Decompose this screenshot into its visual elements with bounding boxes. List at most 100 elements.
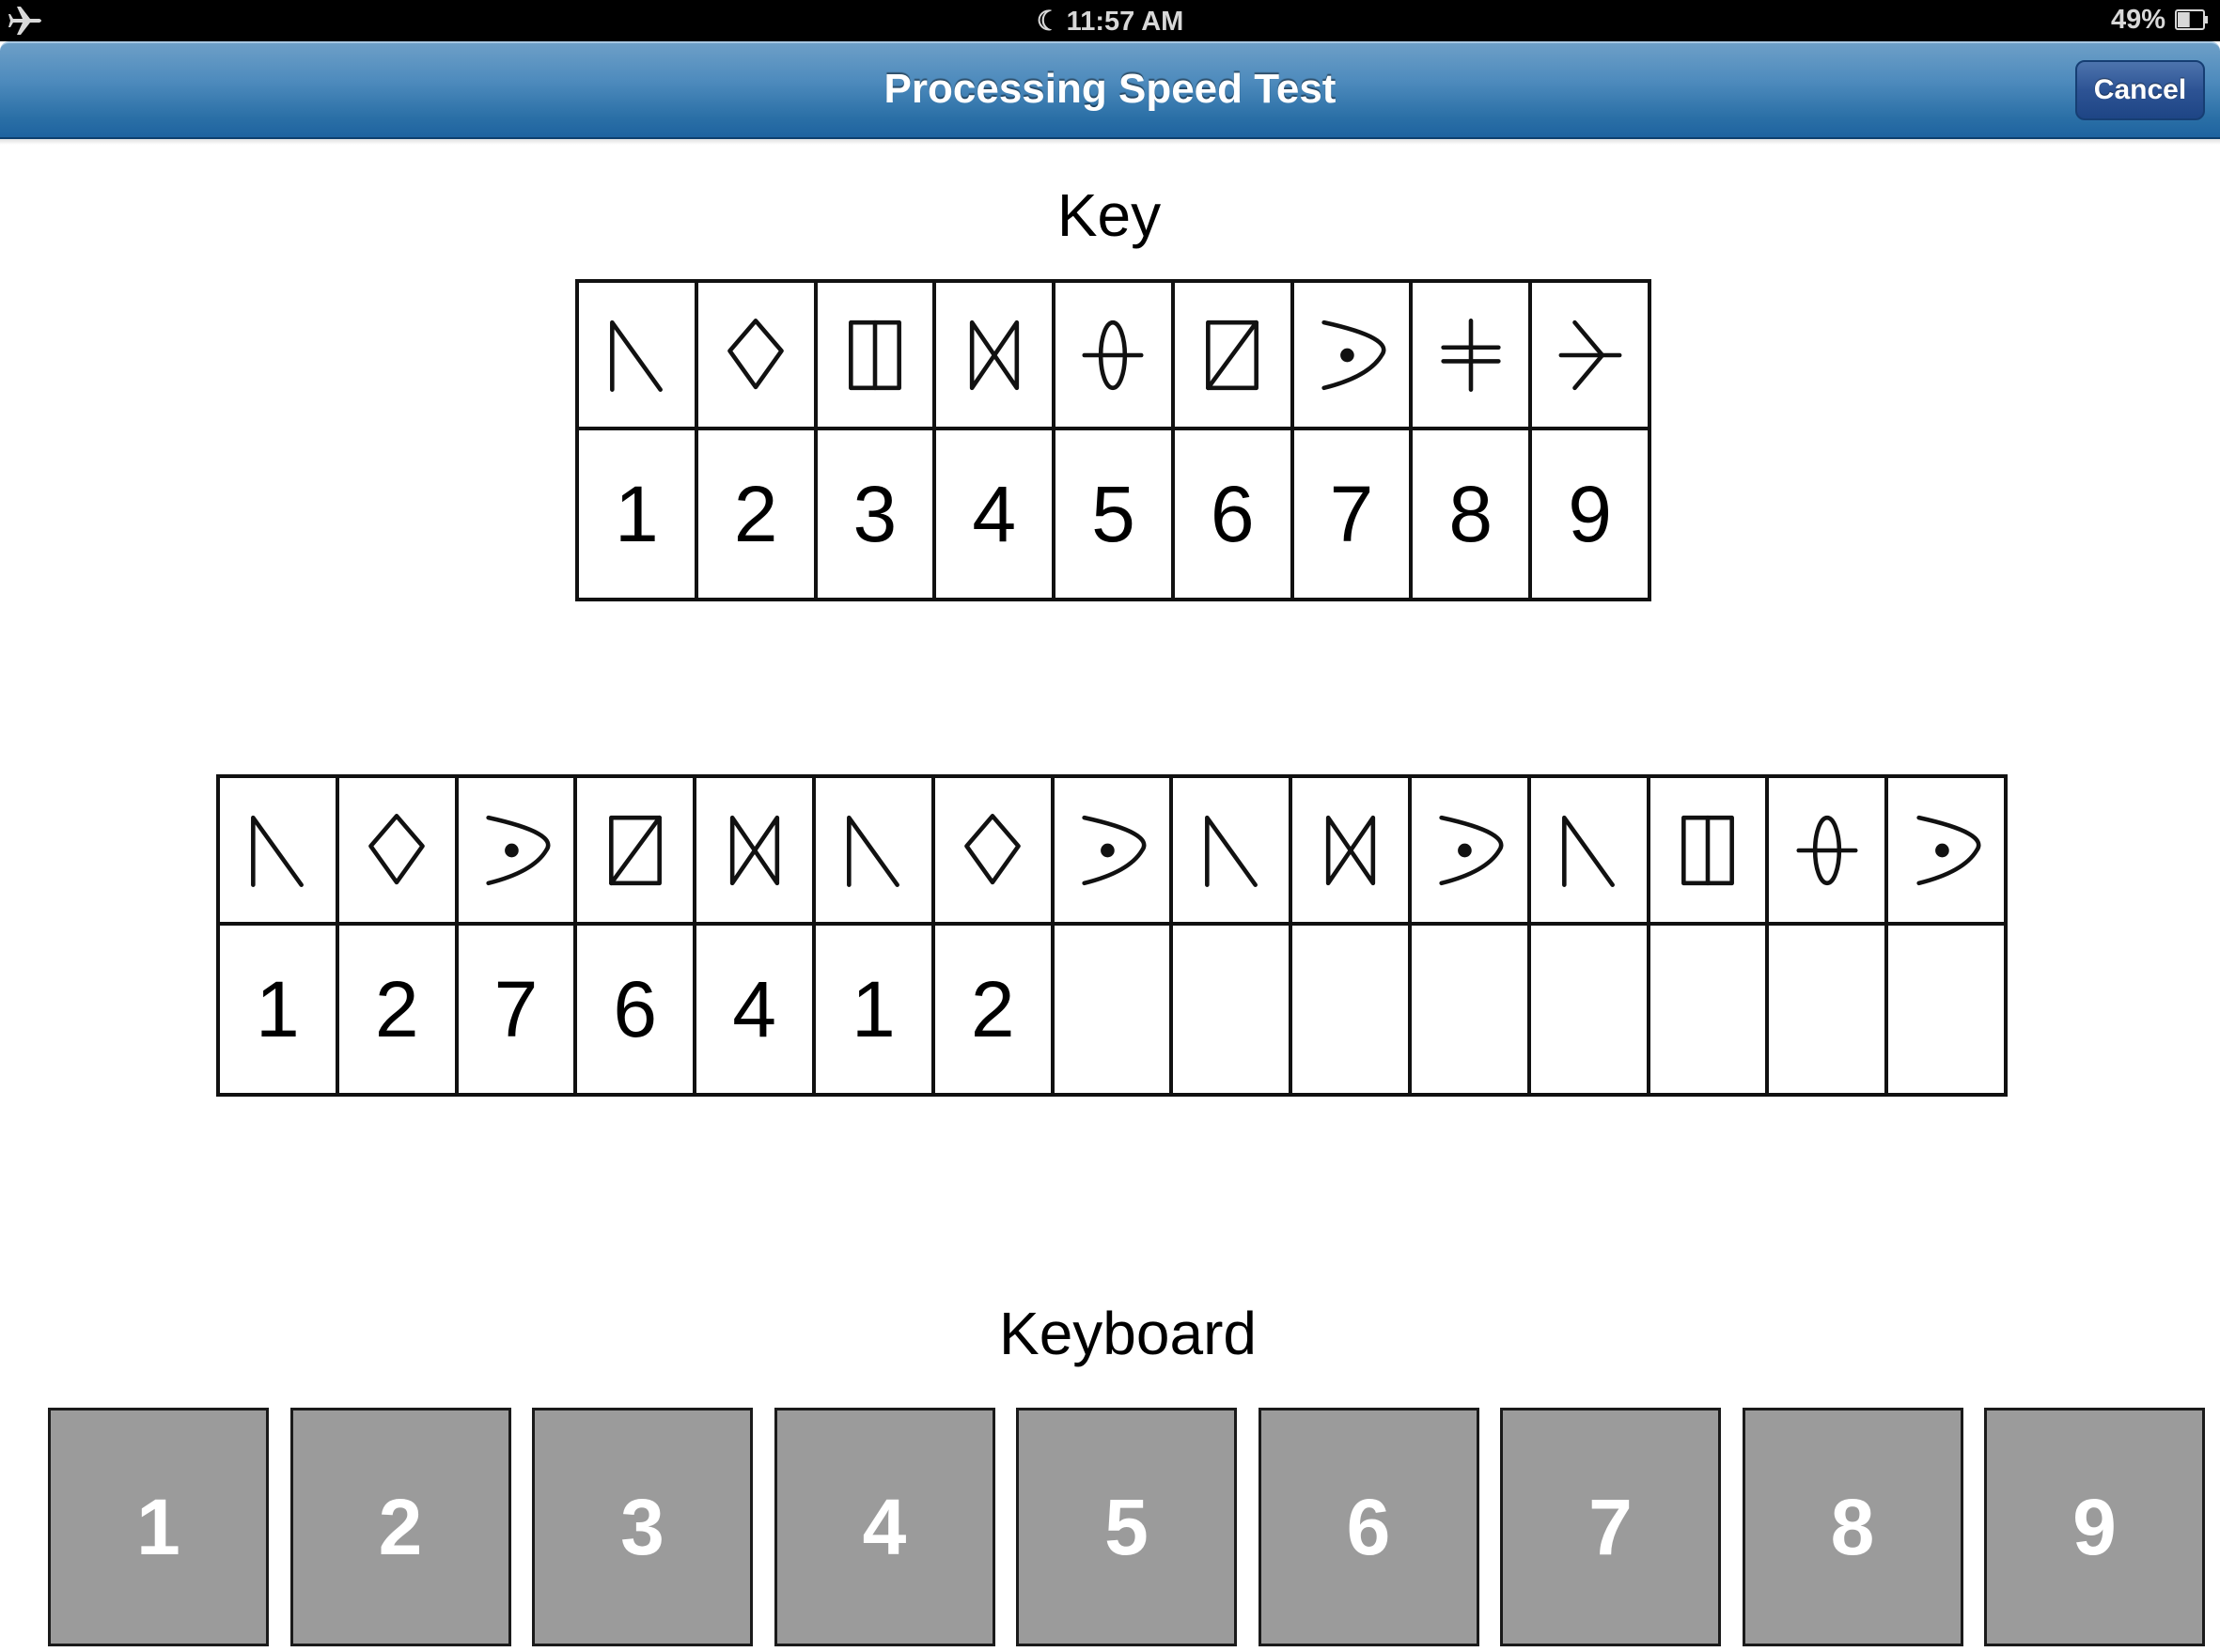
test-symbol-cell [930,774,1055,926]
arc-dot-symbol-icon [1082,815,1147,885]
test-answer-cell[interactable] [1765,922,1889,1097]
keyboard-heading: Keyboard [999,1300,1257,1367]
keyboard-key-4[interactable]: 4 [774,1408,995,1646]
test-answer-cell: 4 [693,922,816,1097]
key-symbol-cell [1170,279,1294,430]
key-number-cell: 3 [813,427,937,601]
test-symbol-cell [1407,774,1531,926]
key-symbol-cell [575,279,698,430]
test-answer-cell[interactable] [1289,922,1412,1097]
moon-icon: ☾ [1036,7,1061,37]
test-symbol-cell [1765,774,1889,926]
n-shape-symbol-icon [610,319,664,392]
split-box-symbol-icon [1681,815,1734,885]
test-symbol-cell [1289,774,1412,926]
test-table: 1276412 [216,774,2008,1097]
test-answer-cell: 1 [811,922,935,1097]
test-symbol-cell [216,774,339,926]
arc-dot-symbol-icon [1915,815,1980,885]
n-shape-symbol-icon [1562,815,1616,887]
key-number-cell: 8 [1409,427,1533,601]
slash-box-symbol-icon [1206,319,1259,390]
keyboard-key-5[interactable]: 5 [1016,1408,1237,1646]
test-symbol-row [216,774,2008,926]
key-symbol-row [575,279,1651,430]
key-symbol-cell [694,279,818,430]
test-symbol-cell [1884,774,2008,926]
test-symbol-cell [811,774,935,926]
test-symbol-cell [1169,774,1293,926]
test-symbol-cell [335,774,459,926]
key-number-cell: 4 [932,427,1056,601]
bowtie-symbol-icon [969,319,1019,390]
test-answer-cell[interactable] [1526,922,1650,1097]
n-shape-symbol-icon [847,815,900,887]
key-symbol-cell [1290,279,1414,430]
test-symbol-cell [1646,774,1770,926]
test-symbol-cell [573,774,697,926]
key-number-cell: 9 [1528,427,1651,601]
number-keyboard: 123456789 [48,1408,2210,1648]
key-symbol-cell [1052,279,1175,430]
test-answer-row: 1276412 [216,922,2008,1097]
bowtie-symbol-icon [1325,815,1375,885]
test-answer-cell: 2 [335,922,459,1097]
status-time-container: ☾ 11:57 AM [0,5,2220,38]
test-answer-cell: 7 [454,922,578,1097]
test-answer-cell[interactable] [1050,922,1174,1097]
n-shape-symbol-icon [251,815,305,887]
key-number-cell: 6 [1170,427,1294,601]
diamond-symbol-icon [964,813,1021,884]
test-answer-cell[interactable] [1169,922,1293,1097]
test-symbol-cell [693,774,816,926]
test-answer-cell: 2 [930,922,1055,1097]
test-symbol-cell [1050,774,1174,926]
page-title: Processing Speed Test [883,66,1337,112]
key-symbol-cell [1528,279,1651,430]
test-answer-cell[interactable] [1407,922,1531,1097]
nav-bar: Processing Speed Test Cancel [0,41,2220,139]
key-symbol-cell [932,279,1056,430]
arc-dot-symbol-icon [1439,815,1504,885]
keyboard-key-7[interactable]: 7 [1500,1408,1721,1646]
slash-box-symbol-icon [608,815,662,885]
test-symbol-cell [454,774,578,926]
test-symbol-cell [1526,774,1650,926]
battery-percent: 49% [2110,5,2165,35]
keyboard-key-6[interactable]: 6 [1258,1408,1479,1646]
key-table: 123456789 [575,279,1651,601]
split-box-symbol-icon [848,319,901,390]
keyboard-key-8[interactable]: 8 [1742,1408,1963,1646]
keyboard-key-9[interactable]: 9 [1984,1408,2205,1646]
arrow-symbol-icon [1558,319,1622,390]
nav-shadow [0,139,2220,145]
key-number-row: 123456789 [575,427,1651,601]
diamond-symbol-icon [368,813,425,884]
keyboard-key-1[interactable]: 1 [48,1408,269,1646]
ellipse-bar-symbol-icon [1082,319,1144,390]
cancel-button[interactable]: Cancel [2075,60,2205,120]
key-heading: Key [1056,181,1162,249]
key-symbol-cell [813,279,937,430]
key-symbol-cell [1409,279,1533,430]
keyboard-key-2[interactable]: 2 [289,1408,511,1646]
status-time: 11:57 AM [1066,7,1184,37]
keyboard-key-3[interactable]: 3 [532,1408,753,1646]
key-number-cell: 1 [575,427,698,601]
test-answer-cell: 1 [216,922,339,1097]
diamond-symbol-icon [727,318,784,389]
arc-dot-symbol-icon [1321,319,1386,390]
status-bar: ☾ 11:57 AM 49% [0,0,2220,41]
bowtie-symbol-icon [729,815,779,885]
battery-icon [2175,9,2208,30]
key-number-cell: 2 [694,427,818,601]
arc-dot-symbol-icon [486,815,551,885]
ellipse-bar-symbol-icon [1796,815,1858,885]
key-number-cell: 7 [1290,427,1414,601]
key-number-cell: 5 [1052,427,1175,601]
test-answer-cell: 6 [573,922,697,1097]
test-answer-cell[interactable] [1884,922,2008,1097]
n-shape-symbol-icon [1204,815,1258,887]
test-answer-cell[interactable] [1646,922,1770,1097]
double-cross-symbol-icon [1441,318,1501,392]
